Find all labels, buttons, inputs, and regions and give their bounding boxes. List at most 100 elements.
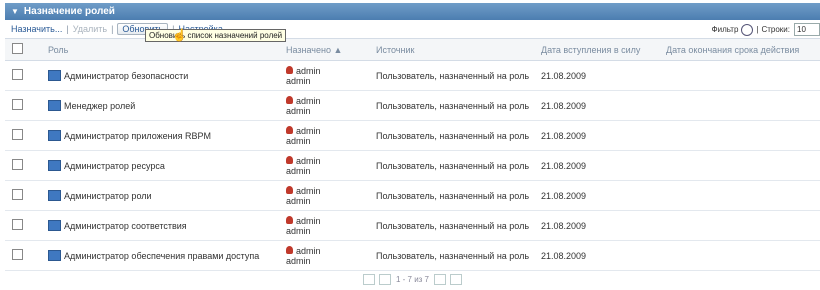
user-icon [286, 215, 293, 224]
user-name: admin [296, 215, 321, 226]
source: Пользователь, назначенный на роль [375, 120, 540, 151]
end-date [665, 120, 820, 151]
source: Пользователь, назначенный на роль [375, 60, 540, 91]
panel-header[interactable]: ▼ Назначение ролей [5, 3, 820, 20]
table-row: Менеджер ролей admin admin Пользователь, … [5, 90, 820, 121]
next-page-icon[interactable] [434, 274, 447, 285]
separator: | [66, 24, 69, 34]
user-name: admin [296, 245, 321, 256]
table-row: Администратор ресурса admin admin Пользов… [5, 150, 820, 181]
row-checkbox[interactable] [12, 159, 23, 170]
row-checkbox[interactable] [12, 189, 23, 200]
user-icon [286, 65, 293, 74]
start-date: 21.08.2009 [540, 180, 665, 211]
role-icon [48, 130, 61, 141]
pagination: 1 - 7 из 7 [5, 271, 820, 288]
rows-label: Строки: [761, 25, 790, 34]
table-row: Администратор приложения RBPM admin admin… [5, 120, 820, 151]
row-checkbox[interactable] [12, 69, 23, 80]
user-icon [286, 245, 293, 254]
user-login: admin [286, 75, 311, 86]
column-user[interactable]: Назначено ▲ [285, 39, 375, 61]
table-row: Администратор соответствия admin admin По… [5, 210, 820, 241]
prev-page-icon[interactable] [378, 274, 391, 285]
role-name[interactable]: Менеджер ролей [64, 101, 135, 111]
first-page-icon[interactable] [362, 274, 375, 285]
source: Пользователь, назначенный на роль [375, 240, 540, 271]
user-login: admin [286, 195, 311, 206]
table-row: Администратор роли admin admin Пользовате… [5, 180, 820, 211]
role-name[interactable]: Администратор обеспечения правами доступ… [64, 251, 259, 261]
role-name[interactable]: Администратор соответствия [64, 221, 187, 231]
end-date [665, 210, 820, 241]
separator: | [756, 25, 759, 34]
table-row: Администратор обеспечения правами доступ… [5, 240, 820, 271]
page-info: 1 - 7 из 7 [395, 275, 430, 284]
role-name[interactable]: Администратор безопасности [64, 71, 188, 81]
role-name[interactable]: Администратор роли [64, 191, 152, 201]
column-start-date[interactable]: Дата вступления в силу [540, 39, 665, 61]
end-date [665, 240, 820, 271]
column-source[interactable]: Источник [375, 39, 540, 61]
role-icon [48, 70, 61, 81]
collapse-arrow-icon[interactable]: ▼ [11, 7, 19, 16]
filter-icon[interactable] [741, 23, 754, 36]
user-icon [286, 185, 293, 194]
start-date: 21.08.2009 [540, 210, 665, 241]
table-header-row: Роль Назначено ▲ Источник Дата вступлени… [5, 39, 820, 61]
role-name[interactable]: Администратор приложения RBPM [64, 131, 211, 141]
row-checkbox[interactable] [12, 219, 23, 230]
role-name[interactable]: Администратор ресурса [64, 161, 165, 171]
user-login: admin [286, 255, 311, 266]
user-name: admin [296, 125, 321, 136]
user-name: admin [296, 155, 321, 166]
end-date [665, 60, 820, 91]
select-all-checkbox[interactable] [12, 43, 23, 54]
source: Пользователь, назначенный на роль [375, 90, 540, 121]
start-date: 21.08.2009 [540, 90, 665, 121]
user-icon [286, 155, 293, 164]
column-end-date[interactable]: Дата окончания срока действия [665, 39, 820, 61]
source: Пользователь, назначенный на роль [375, 150, 540, 181]
start-date: 21.08.2009 [540, 60, 665, 91]
role-icon [48, 250, 61, 261]
user-name: admin [296, 65, 321, 76]
rows-per-page-select[interactable]: 10 [794, 23, 820, 36]
source: Пользователь, назначенный на роль [375, 210, 540, 241]
hand-cursor-icon: ☝ [172, 28, 187, 42]
column-role[interactable]: Роль [47, 39, 285, 61]
table-row: Администратор безопасности admin admin По… [5, 60, 820, 91]
user-login: admin [286, 165, 311, 176]
end-date [665, 150, 820, 181]
user-login: admin [286, 225, 311, 236]
panel-title: Назначение ролей [23, 6, 115, 17]
filter-label[interactable]: Фильтр [712, 25, 739, 34]
role-icon [48, 190, 61, 201]
user-login: admin [286, 135, 311, 146]
delete-button[interactable]: Удалить [73, 24, 107, 34]
row-checkbox[interactable] [12, 249, 23, 260]
user-name: admin [296, 185, 321, 196]
start-date: 21.08.2009 [540, 240, 665, 271]
toolbar-right: Фильтр | Строки: 10 [712, 23, 820, 36]
separator: | [111, 24, 114, 34]
end-date [665, 180, 820, 211]
user-name: admin [296, 95, 321, 106]
refresh-tooltip: Обновить список назначений ролей [145, 29, 287, 42]
role-icon [48, 100, 61, 111]
role-assignments-table: Роль Назначено ▲ Источник Дата вступлени… [5, 39, 820, 271]
toolbar: Назначить... | Удалить | Обновить | Наст… [5, 20, 820, 39]
last-page-icon[interactable] [450, 274, 463, 285]
row-checkbox[interactable] [12, 129, 23, 140]
user-icon [286, 95, 293, 104]
user-login: admin [286, 105, 311, 116]
role-icon [48, 220, 61, 231]
start-date: 21.08.2009 [540, 120, 665, 151]
assign-button[interactable]: Назначить... [11, 24, 62, 34]
source: Пользователь, назначенный на роль [375, 180, 540, 211]
start-date: 21.08.2009 [540, 150, 665, 181]
user-icon [286, 125, 293, 134]
role-icon [48, 160, 61, 171]
row-checkbox[interactable] [12, 99, 23, 110]
role-assignments-panel: ▼ Назначение ролей Назначить... | Удалит… [5, 3, 820, 285]
